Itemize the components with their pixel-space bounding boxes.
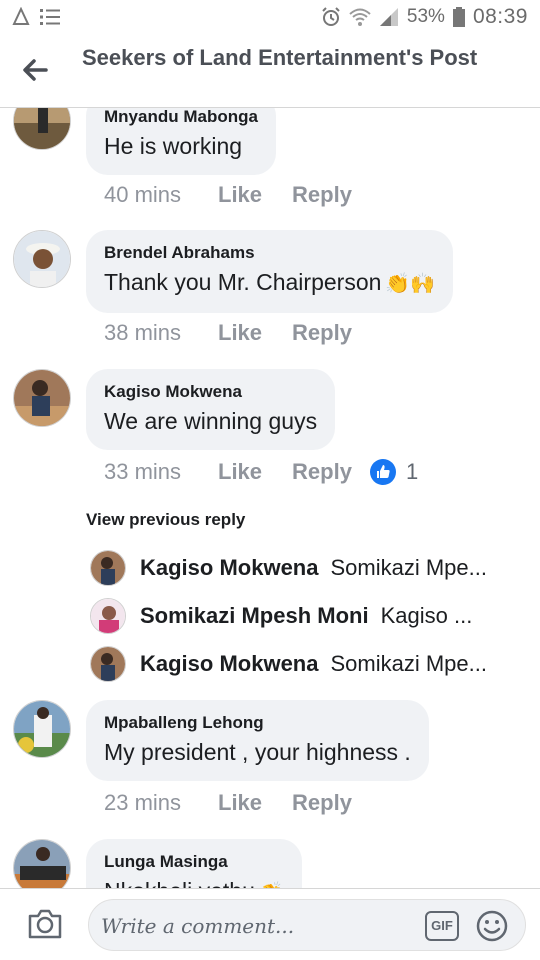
avatar[interactable] [90, 598, 126, 634]
page-title: Seekers of Land Entertainment's Post [82, 45, 478, 70]
like-button[interactable]: Like [218, 182, 262, 208]
reply-author[interactable]: Somikazi Mpesh Moni [140, 603, 369, 629]
avatar[interactable] [90, 646, 126, 682]
comments-feed[interactable]: Mnyandu Mabonga He is working 40 mins Li… [0, 108, 540, 888]
comment-actions: 33 mins Like Reply 1 [104, 459, 418, 485]
comment-actions: 23 mins Like Reply [104, 790, 382, 816]
reply-item[interactable]: Somikazi Mpesh Moni Kagiso ... [90, 598, 510, 634]
status-bar: 53% 08:39 [0, 0, 540, 36]
comment-input[interactable] [101, 908, 421, 944]
avatar[interactable] [13, 839, 71, 888]
battery-icon [452, 7, 465, 27]
reply-author[interactable]: Kagiso Mokwena [140, 651, 318, 677]
comment-input-container[interactable]: GIF [88, 899, 526, 951]
status-left-icons [12, 7, 60, 27]
reaction-summary[interactable]: 1 [369, 459, 419, 485]
comment-time: 40 mins [104, 182, 182, 207]
battery-percent: 53% [406, 6, 445, 27]
avatar[interactable] [13, 230, 71, 288]
avatar[interactable] [13, 108, 71, 150]
notification-icon [12, 7, 30, 25]
reply-button[interactable]: Reply [292, 459, 352, 485]
comment-bubble[interactable]: Mpaballeng Lehong My president , your hi… [86, 700, 429, 781]
avatar[interactable] [13, 369, 71, 427]
alarm-icon [322, 7, 340, 26]
reply-item[interactable]: Kagiso Mokwena Somikazi Mpe... [90, 646, 510, 682]
like-button[interactable]: Like [218, 320, 262, 346]
clock: 08:39 [472, 5, 528, 28]
signal-icon [379, 8, 398, 26]
comment-text: We are winning guys [104, 408, 318, 434]
comment-bubble[interactable]: Mnyandu Mabonga He is working [86, 108, 276, 175]
comment-actions: 40 mins Like Reply [104, 182, 382, 208]
view-previous-reply-link[interactable]: View previous reply [86, 510, 245, 530]
reply-author[interactable]: Kagiso Mokwena [140, 555, 318, 581]
reply-text: Somikazi Mpe... [330, 651, 487, 676]
thumbs-up-icon [369, 459, 396, 485]
reply-button[interactable]: Reply [292, 320, 352, 346]
comment-author[interactable]: Kagiso Mokwena [104, 381, 317, 402]
camera-icon[interactable] [26, 905, 64, 943]
reply-text: Somikazi Mpe... [330, 555, 487, 580]
avatar[interactable] [13, 700, 71, 758]
comment-bubble[interactable]: Lunga Masinga Nkokheli yethu👏 [86, 839, 302, 888]
reaction-count: 1 [405, 459, 419, 484]
avatar[interactable] [90, 550, 126, 586]
list-icon [40, 9, 60, 25]
comment-text: Nkokheli yethu [104, 878, 255, 888]
comment-text: He is working [104, 133, 243, 159]
comment-text-line: Thank you Mr. Chairperson 👏🙌 [104, 267, 435, 299]
reply-button[interactable]: Reply [292, 790, 352, 816]
like-button[interactable]: Like [218, 790, 262, 816]
reply-item[interactable]: Kagiso Mokwena Somikazi Mpe... [90, 550, 510, 586]
reply-button[interactable]: Reply [292, 182, 352, 208]
status-right-icons: 53% 08:39 [321, 5, 528, 29]
comment-author[interactable]: Brendel Abrahams [104, 242, 435, 263]
comment-actions: 38 mins Like Reply [104, 320, 382, 346]
smiley-icon[interactable] [475, 909, 509, 943]
reply-text: Kagiso ... [380, 603, 473, 628]
comment-author[interactable]: Mpaballeng Lehong [104, 712, 411, 733]
comment-time: 38 mins [104, 320, 182, 345]
emoji: 👏🙌 [385, 273, 436, 295]
gif-button[interactable]: GIF [425, 911, 459, 941]
comment-bubble[interactable]: Kagiso Mokwena We are winning guys [86, 369, 336, 450]
comment-bubble[interactable]: Brendel Abrahams Thank you Mr. Chairpers… [86, 230, 454, 313]
back-arrow-icon[interactable] [20, 54, 52, 86]
comment-author[interactable]: Mnyandu Mabonga [104, 108, 258, 127]
like-button[interactable]: Like [218, 459, 262, 485]
comment-author[interactable]: Lunga Masinga [104, 851, 284, 872]
comment-time: 23 mins [104, 790, 182, 815]
comment-time: 33 mins [104, 459, 182, 484]
comment-text: My president , your highness . [104, 739, 411, 765]
post-header: Seekers of Land Entertainment's Post [0, 36, 540, 108]
comment-composer: GIF [0, 888, 540, 960]
comment-text: Thank you Mr. Chairperson [104, 269, 382, 295]
comment-text-line: Nkokheli yethu👏 [104, 876, 284, 888]
wifi-icon [349, 8, 371, 26]
